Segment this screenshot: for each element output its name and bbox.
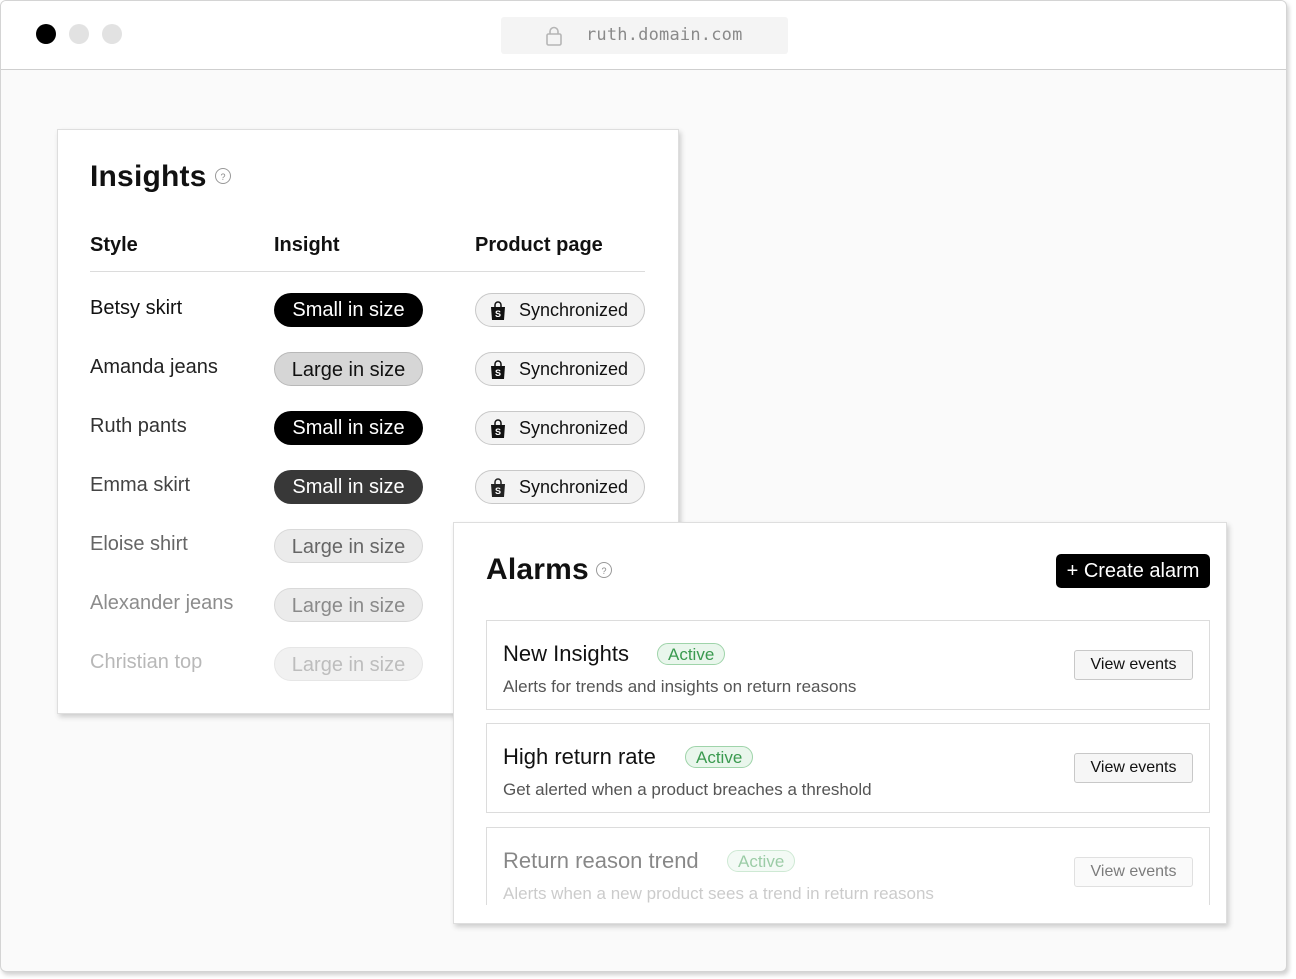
sync-label: Synchronized: [519, 418, 629, 438]
svg-text:S: S: [495, 309, 501, 319]
style-name: Alexander jeans: [90, 592, 234, 614]
status-badge: Active: [657, 643, 726, 665]
alarm-item[interactable]: High return rate Active Get alerted when…: [486, 723, 1210, 813]
alarm-name: New Insights: [503, 641, 629, 666]
table-row[interactable]: Ruth pants Small in size S Synchronized: [58, 411, 678, 445]
view-events-button[interactable]: View events: [1074, 650, 1193, 680]
browser-titlebar: ruth.domain.com: [1, 1, 1286, 70]
svg-text:S: S: [495, 486, 501, 496]
alarm-description: Alerts for trends and insights on return…: [503, 677, 857, 696]
svg-text:S: S: [495, 368, 501, 378]
shopify-bag-icon: S: [491, 478, 505, 497]
help-icon[interactable]: ?: [596, 562, 612, 578]
table-row[interactable]: Amanda jeans Large in size S Synchronize…: [58, 352, 678, 386]
sync-label: Synchronized: [519, 300, 629, 320]
address-bar[interactable]: ruth.domain.com: [501, 17, 788, 54]
sync-label: Synchronized: [519, 477, 629, 497]
alarm-name: Return reason trend: [503, 848, 699, 873]
style-name: Emma skirt: [90, 474, 190, 496]
alarm-list-fade: Return reason trend Active Alerts when a…: [454, 827, 1226, 905]
shopify-bag-icon: S: [491, 360, 505, 379]
window-maximize-dot[interactable]: [102, 24, 122, 44]
window-minimize-dot[interactable]: [69, 24, 89, 44]
product-page-status: S Synchronized: [475, 352, 645, 386]
table-row[interactable]: Betsy skirt Small in size S Synchronized: [58, 293, 678, 327]
alarm-description: Get alerted when a product breaches a th…: [503, 780, 872, 799]
insight-pill: Small in size: [274, 411, 423, 445]
url-text: ruth.domain.com: [586, 25, 743, 45]
insights-title: Insights: [90, 160, 207, 193]
alarm-name: High return rate: [503, 744, 656, 769]
style-name: Betsy skirt: [90, 297, 183, 319]
insight-pill: Large in size: [274, 588, 423, 622]
sync-label: Synchronized: [519, 359, 629, 379]
shopify-bag-icon: S: [491, 419, 505, 438]
table-header-divider: [90, 271, 645, 272]
style-name: Ruth pants: [90, 415, 187, 437]
create-alarm-button[interactable]: + Create alarm: [1056, 554, 1210, 588]
lock-icon: [546, 26, 562, 46]
column-header-insight: Insight: [274, 234, 340, 256]
product-page-status: S Synchronized: [475, 411, 645, 445]
status-badge: Active: [727, 850, 796, 872]
help-icon[interactable]: ?: [215, 168, 231, 184]
alarms-title: Alarms: [486, 553, 589, 586]
style-name: Christian top: [90, 651, 203, 673]
product-page-status: S Synchronized: [475, 293, 645, 327]
insight-pill: Small in size: [274, 470, 423, 504]
svg-text:S: S: [495, 427, 501, 437]
browser-window: ruth.domain.com Insights ? Style Insight…: [0, 0, 1287, 972]
status-badge: Active: [685, 746, 754, 768]
alarm-item[interactable]: Return reason trend Active Alerts when a…: [486, 827, 1210, 905]
product-page-status: S Synchronized: [475, 470, 645, 504]
view-events-button[interactable]: View events: [1074, 857, 1193, 887]
style-name: Amanda jeans: [90, 356, 218, 378]
shopify-bag-icon: S: [491, 301, 505, 320]
alarm-description: Alerts when a new product sees a trend i…: [503, 884, 934, 903]
column-header-product-page: Product page: [475, 234, 603, 256]
column-header-style: Style: [90, 234, 138, 256]
view-events-button[interactable]: View events: [1074, 753, 1193, 783]
table-row[interactable]: Emma skirt Small in size S Synchronized: [58, 470, 678, 504]
insight-pill: Small in size: [274, 293, 423, 327]
insight-pill: Large in size: [274, 529, 423, 563]
alarm-item[interactable]: New Insights Active Alerts for trends an…: [486, 620, 1210, 710]
style-name: Eloise shirt: [90, 533, 188, 555]
insight-pill: Large in size: [274, 352, 423, 386]
window-close-dot[interactable]: [36, 24, 56, 44]
alarms-card: Alarms ? + Create alarm New Insights Act…: [453, 522, 1227, 924]
insight-pill: Large in size: [274, 647, 423, 681]
